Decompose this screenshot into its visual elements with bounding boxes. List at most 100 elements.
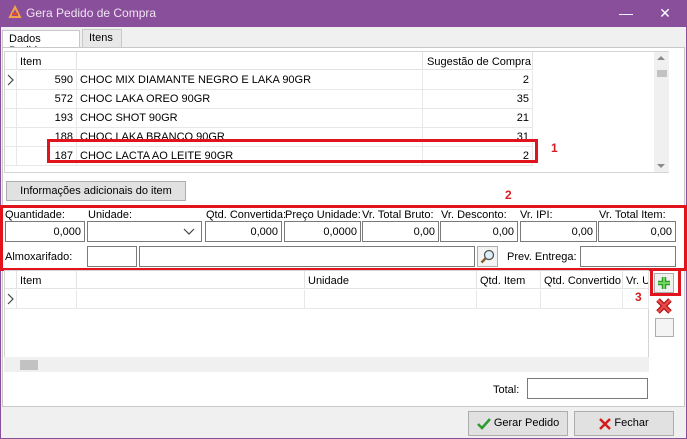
item-code: 188 [17, 128, 77, 147]
column-header-qtd-convertido[interactable]: Qtd. Convertido [541, 271, 623, 289]
preco-unidade-field[interactable]: 0,0000 [284, 221, 361, 242]
checkmark-icon [476, 417, 491, 430]
app-icon [8, 5, 22, 18]
item-description: CHOC SHOT 90GR [77, 109, 423, 128]
gerar-pedido-label: Gerar Pedido [493, 417, 560, 430]
scroll-down-icon[interactable] [657, 164, 665, 168]
item-description: CHOC LAKA OREO 90GR [77, 90, 423, 109]
item-description: CHOC MIX DIAMANTE NEGRO E LAKA 90GR [77, 71, 423, 90]
gerar-pedido-button[interactable]: Gerar Pedido [468, 411, 568, 436]
close-x-icon [599, 417, 612, 430]
column-header-description[interactable] [77, 271, 305, 289]
items-grid-vertical-scrollbar[interactable] [654, 52, 669, 172]
row-indicator [5, 71, 17, 90]
row-indicator-header [5, 271, 17, 289]
item-suggestion: 2 [423, 71, 533, 90]
column-header-item[interactable]: Item [17, 271, 77, 289]
table-row[interactable]: 193 CHOC SHOT 90GR 21 [5, 109, 537, 128]
order-grid-horizontal-scrollbar[interactable] [4, 357, 649, 372]
item-description: CHOC LACTA AO LEITE 90GR [77, 147, 423, 166]
additional-info-button[interactable]: Informações adicionais do item [6, 181, 186, 201]
vr-total-item-field[interactable]: 0,00 [598, 221, 676, 242]
column-header-unidade[interactable]: Unidade [305, 271, 477, 289]
label-vr-total-bruto: Vr. Total Bruto: [362, 209, 434, 221]
item-description: CHOC LAKA BRANCO 90GR [77, 128, 423, 147]
item-code: 590 [17, 71, 77, 90]
order-items-grid[interactable]: Item Unidade Qtd. Item Qtd. Convertido V… [4, 270, 649, 358]
tab-dados-pedido[interactable]: Dados Pedido [2, 30, 80, 57]
table-row[interactable]: 187 CHOC LACTA AO LEITE 90GR 2 [5, 147, 537, 166]
prev-entrega-field[interactable] [580, 246, 676, 267]
fechar-label: Fechar [614, 417, 649, 430]
table-row[interactable]: 572 CHOC LAKA OREO 90GR 35 [5, 90, 537, 109]
empty-cell [17, 290, 77, 309]
table-row[interactable] [5, 290, 649, 309]
item-suggestion: 2 [423, 147, 533, 166]
row-indicator-header [5, 52, 17, 70]
row-indicator [5, 109, 17, 128]
column-header-qtd-item[interactable]: Qtd. Item [477, 271, 541, 289]
magnifier-icon [480, 249, 495, 264]
scroll-thumb[interactable] [657, 70, 667, 77]
title-bar: Gera Pedido de Compra — ✕ [0, 0, 687, 27]
items-grid[interactable]: Item Sugestão de Compra 590 CHOC MIX DIA… [4, 51, 669, 173]
item-suggestion: 35 [423, 90, 533, 109]
column-header-description[interactable] [77, 52, 423, 70]
row-indicator [5, 147, 17, 166]
close-button[interactable]: ✕ [645, 0, 685, 27]
row-indicator [5, 90, 17, 109]
row-indicator [5, 290, 17, 309]
annotation-1: 1 [551, 141, 558, 155]
label-vr-ipi: Vr. IPI: [520, 209, 553, 221]
label-almoxarifado: Almoxarifado: [5, 251, 73, 263]
chevron-down-icon[interactable] [183, 228, 195, 236]
current-row-arrow-icon [7, 74, 14, 86]
empty-cell [77, 290, 305, 309]
add-item-button[interactable] [654, 273, 674, 293]
vr-ipi-field[interactable]: 0,00 [520, 221, 597, 242]
blank-action-button[interactable] [655, 318, 674, 337]
vr-desconto-field[interactable]: 0,00 [440, 221, 518, 242]
vr-total-bruto-field[interactable]: 0,00 [362, 221, 439, 242]
item-code: 193 [17, 109, 77, 128]
table-row[interactable]: 188 CHOC LAKA BRANCO 90GR 31 [5, 128, 537, 147]
column-header-sugestao[interactable]: Sugestão de Compra [423, 52, 533, 70]
fechar-button[interactable]: Fechar [574, 411, 674, 436]
unidade-select[interactable] [87, 221, 202, 242]
almoxarifado-code-field[interactable] [87, 246, 137, 267]
total-field[interactable] [527, 378, 648, 399]
current-row-arrow-icon [7, 293, 14, 305]
delete-x-icon [656, 298, 672, 314]
plus-icon [658, 277, 670, 289]
annotation-3: 3 [635, 290, 642, 304]
column-header-item[interactable]: Item [17, 52, 77, 70]
label-quantidade: Quantidade: [5, 209, 65, 221]
label-preco-unidade: Preço Unidade: [285, 209, 361, 221]
almoxarifado-search-button[interactable] [477, 246, 498, 267]
tab-itens[interactable]: Itens [82, 29, 122, 48]
scroll-thumb[interactable] [20, 360, 38, 370]
item-code: 572 [17, 90, 77, 109]
remove-item-button[interactable] [654, 296, 674, 316]
empty-cell [305, 290, 477, 309]
empty-cell [541, 290, 623, 309]
almoxarifado-name-field[interactable] [139, 246, 475, 267]
table-row[interactable]: 590 CHOC MIX DIAMANTE NEGRO E LAKA 90GR … [5, 71, 537, 90]
label-prev-entrega: Prev. Entrega: [507, 251, 577, 263]
window-title: Gera Pedido de Compra [26, 6, 157, 20]
annotation-2: 2 [505, 188, 512, 202]
item-code: 187 [17, 147, 77, 166]
label-qtd-convertida: Qtd. Convertida: [206, 209, 287, 221]
quantidade-field[interactable]: 0,000 [5, 221, 85, 242]
minimize-button[interactable]: — [606, 0, 646, 27]
label-total: Total: [493, 384, 520, 396]
label-vr-desconto: Vr. Desconto: [441, 209, 507, 221]
column-header-vr-unitario[interactable]: Vr. U [623, 271, 649, 289]
row-indicator [5, 128, 17, 147]
qtd-convertida-field[interactable]: 0,000 [205, 221, 282, 242]
label-unidade: Unidade: [88, 209, 133, 221]
empty-cell [477, 290, 541, 309]
scroll-up-icon[interactable] [657, 56, 665, 60]
label-vr-total-item: Vr. Total Item: [599, 209, 666, 221]
item-suggestion: 21 [423, 109, 533, 128]
